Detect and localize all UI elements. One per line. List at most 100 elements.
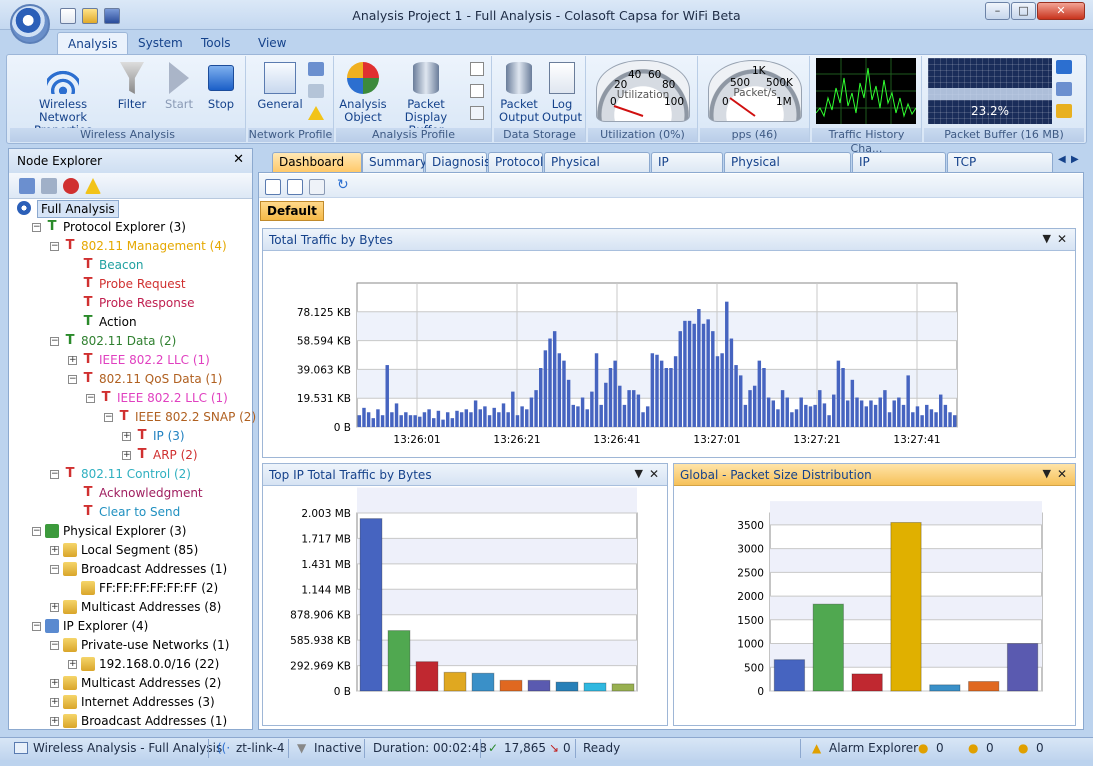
profile-settings-icon[interactable] (308, 84, 324, 98)
network-topology-icon[interactable] (308, 62, 324, 76)
collapse-icon[interactable]: − (32, 622, 41, 631)
tree-item[interactable]: FF:FF:FF:FF:FF:FF (2) (9, 579, 252, 598)
tree-item[interactable]: − Physical Explorer (3) (9, 522, 252, 541)
expand-icon[interactable]: + (68, 660, 77, 669)
collapse-icon[interactable]: − (50, 565, 59, 574)
edit-icon[interactable] (470, 62, 484, 76)
tree-item[interactable]: T Probe Response (9, 294, 252, 313)
tree-item[interactable]: + Multicast Addresses (2) (9, 674, 252, 693)
tree-item[interactable]: + T ARP (2) (9, 446, 252, 465)
tree-item[interactable]: − T 802.11 Control (2) (9, 465, 252, 484)
ribbon-tab-system[interactable]: System (128, 32, 193, 54)
tree-item[interactable]: + T IP (3) (9, 427, 252, 446)
chevron-down-icon[interactable]: ▼ (635, 467, 643, 480)
tab-diagnosis[interactable]: Diagnosis (425, 152, 490, 172)
node-alarm-icon[interactable] (85, 178, 101, 194)
layout-tab-default[interactable]: Default (260, 201, 324, 221)
collapse-icon[interactable]: − (50, 337, 59, 346)
status-filter[interactable]: Inactive (314, 740, 362, 757)
tab-protocol[interactable]: Protocol (488, 152, 543, 172)
close-icon[interactable]: ✕ (649, 467, 659, 481)
ribbon-tab-analysis[interactable]: Analysis (57, 32, 129, 54)
profile-list-icon[interactable] (470, 106, 484, 120)
tree-item[interactable]: T Beacon (9, 256, 252, 275)
node-group-icon[interactable] (63, 178, 79, 194)
tree-item[interactable]: − Broadcast Addresses (1) (9, 560, 252, 579)
tab-physical-conversation[interactable]: Physical Conversation (724, 152, 851, 188)
expand-icon[interactable]: + (50, 717, 59, 726)
expand-icon[interactable]: + (122, 451, 131, 460)
analysis-object-button[interactable]: Analysis Object (338, 62, 388, 124)
wireless-network-properties-button[interactable]: Wireless Network Properties (14, 62, 112, 137)
tree-item[interactable]: T Action (9, 313, 252, 332)
status-project[interactable]: Wireless Analysis - Full Analysis (33, 740, 222, 757)
close-icon[interactable]: ✕ (1057, 232, 1067, 246)
tab-tcp-conversation[interactable]: TCP Conversation (947, 152, 1053, 188)
add-profile-icon[interactable] (470, 84, 484, 98)
add-chart-icon[interactable] (265, 179, 281, 195)
start-button[interactable]: Start (160, 62, 198, 111)
tree-item[interactable]: + Multicast Addresses (8) (9, 598, 252, 617)
tab-dashboard[interactable]: Dashboard ✕ (272, 152, 362, 188)
tree-item[interactable]: + Local Segment (85) (9, 541, 252, 560)
tree-item[interactable]: − T IEEE 802.2 LLC (1) (9, 389, 252, 408)
status-alarm-explorer[interactable]: Alarm Explorer (829, 740, 918, 757)
collapse-icon[interactable]: − (32, 527, 41, 536)
tab-scroll-left-icon[interactable]: ◀ (1058, 154, 1066, 165)
log-output-button[interactable]: Log Output (540, 62, 584, 124)
collapse-icon[interactable]: − (50, 641, 59, 650)
tree-item[interactable]: − T 802.11 QoS Data (1) (9, 370, 252, 389)
close-icon[interactable]: ✕ (233, 152, 244, 167)
tree-item[interactable]: − Private-use Networks (1) (9, 636, 252, 655)
minimize-button[interactable]: – (985, 2, 1010, 20)
tree-item[interactable]: Full Analysis (9, 199, 252, 218)
tree-item[interactable]: T Probe Request (9, 275, 252, 294)
tab-physical-endpoint[interactable]: Physical Endpoint (544, 152, 650, 188)
group-traffic-history[interactable]: Traffic History Cha... (812, 56, 922, 155)
stop-button[interactable]: Stop (202, 62, 240, 111)
packet-display-buffer-button[interactable]: Packet Display Buffer (388, 62, 464, 137)
collapse-icon[interactable]: − (68, 375, 77, 384)
tree-item[interactable]: T Clear to Send (9, 503, 252, 522)
general-button[interactable]: General (256, 62, 304, 111)
collapse-icon[interactable]: − (104, 413, 113, 422)
buffer-lock-icon[interactable] (1056, 104, 1072, 118)
tree-item[interactable]: + Broadcast Addresses (1) (9, 712, 252, 731)
tree-item[interactable]: − T 802.11 Data (2) (9, 332, 252, 351)
tab-ip-conversation[interactable]: IP Conversation (852, 152, 946, 188)
tree-item[interactable]: +192.168.0.0/16 (22) (9, 655, 252, 674)
refresh-icon[interactable]: ↻ (337, 177, 349, 193)
buffer-export-icon[interactable] (1056, 82, 1072, 96)
close-icon[interactable]: ✕ (1057, 467, 1067, 481)
tree-item[interactable]: T Acknowledgment (9, 484, 252, 503)
collapse-icon[interactable]: − (32, 223, 41, 232)
remove-chart-icon[interactable] (309, 179, 325, 195)
tab-ip-endpoint[interactable]: IP Endpoint (651, 152, 723, 188)
tree-item[interactable]: − T 802.11 Management (4) (9, 237, 252, 256)
app-menu-button[interactable] (10, 4, 50, 44)
tree-item[interactable]: − T IEEE 802.2 SNAP (2) (9, 408, 256, 427)
packet-output-button[interactable]: Packet Output (496, 62, 542, 124)
expand-icon[interactable]: + (50, 698, 59, 707)
chevron-down-icon[interactable]: ▼ (1043, 232, 1051, 245)
collapse-icon[interactable]: − (50, 470, 59, 479)
expand-icon[interactable]: + (50, 603, 59, 612)
tree-item[interactable]: − T Protocol Explorer (3) (9, 218, 252, 237)
tree-item[interactable]: + Internet Addresses (3) (9, 693, 252, 712)
filter-node-icon[interactable] (41, 178, 57, 194)
ribbon-tab-view[interactable]: View (248, 32, 296, 54)
tab-summary[interactable]: Summary (362, 152, 427, 172)
expand-icon[interactable]: + (50, 546, 59, 555)
ribbon-tab-tools[interactable]: Tools (191, 32, 241, 54)
tree-item[interactable]: + T IEEE 802.2 LLC (1) (9, 351, 252, 370)
layout-icon[interactable] (287, 179, 303, 195)
close-button[interactable]: ✕ (1037, 2, 1085, 20)
status-network[interactable]: zt-link-4 (236, 740, 285, 757)
maximize-button[interactable]: □ (1011, 2, 1036, 20)
add-node-icon[interactable] (19, 178, 35, 194)
chevron-down-icon[interactable]: ▼ (1043, 467, 1051, 480)
expand-icon[interactable]: + (50, 679, 59, 688)
tree-item[interactable]: − IP Explorer (4) (9, 617, 252, 636)
collapse-icon[interactable]: − (50, 242, 59, 251)
collapse-icon[interactable]: − (86, 394, 95, 403)
